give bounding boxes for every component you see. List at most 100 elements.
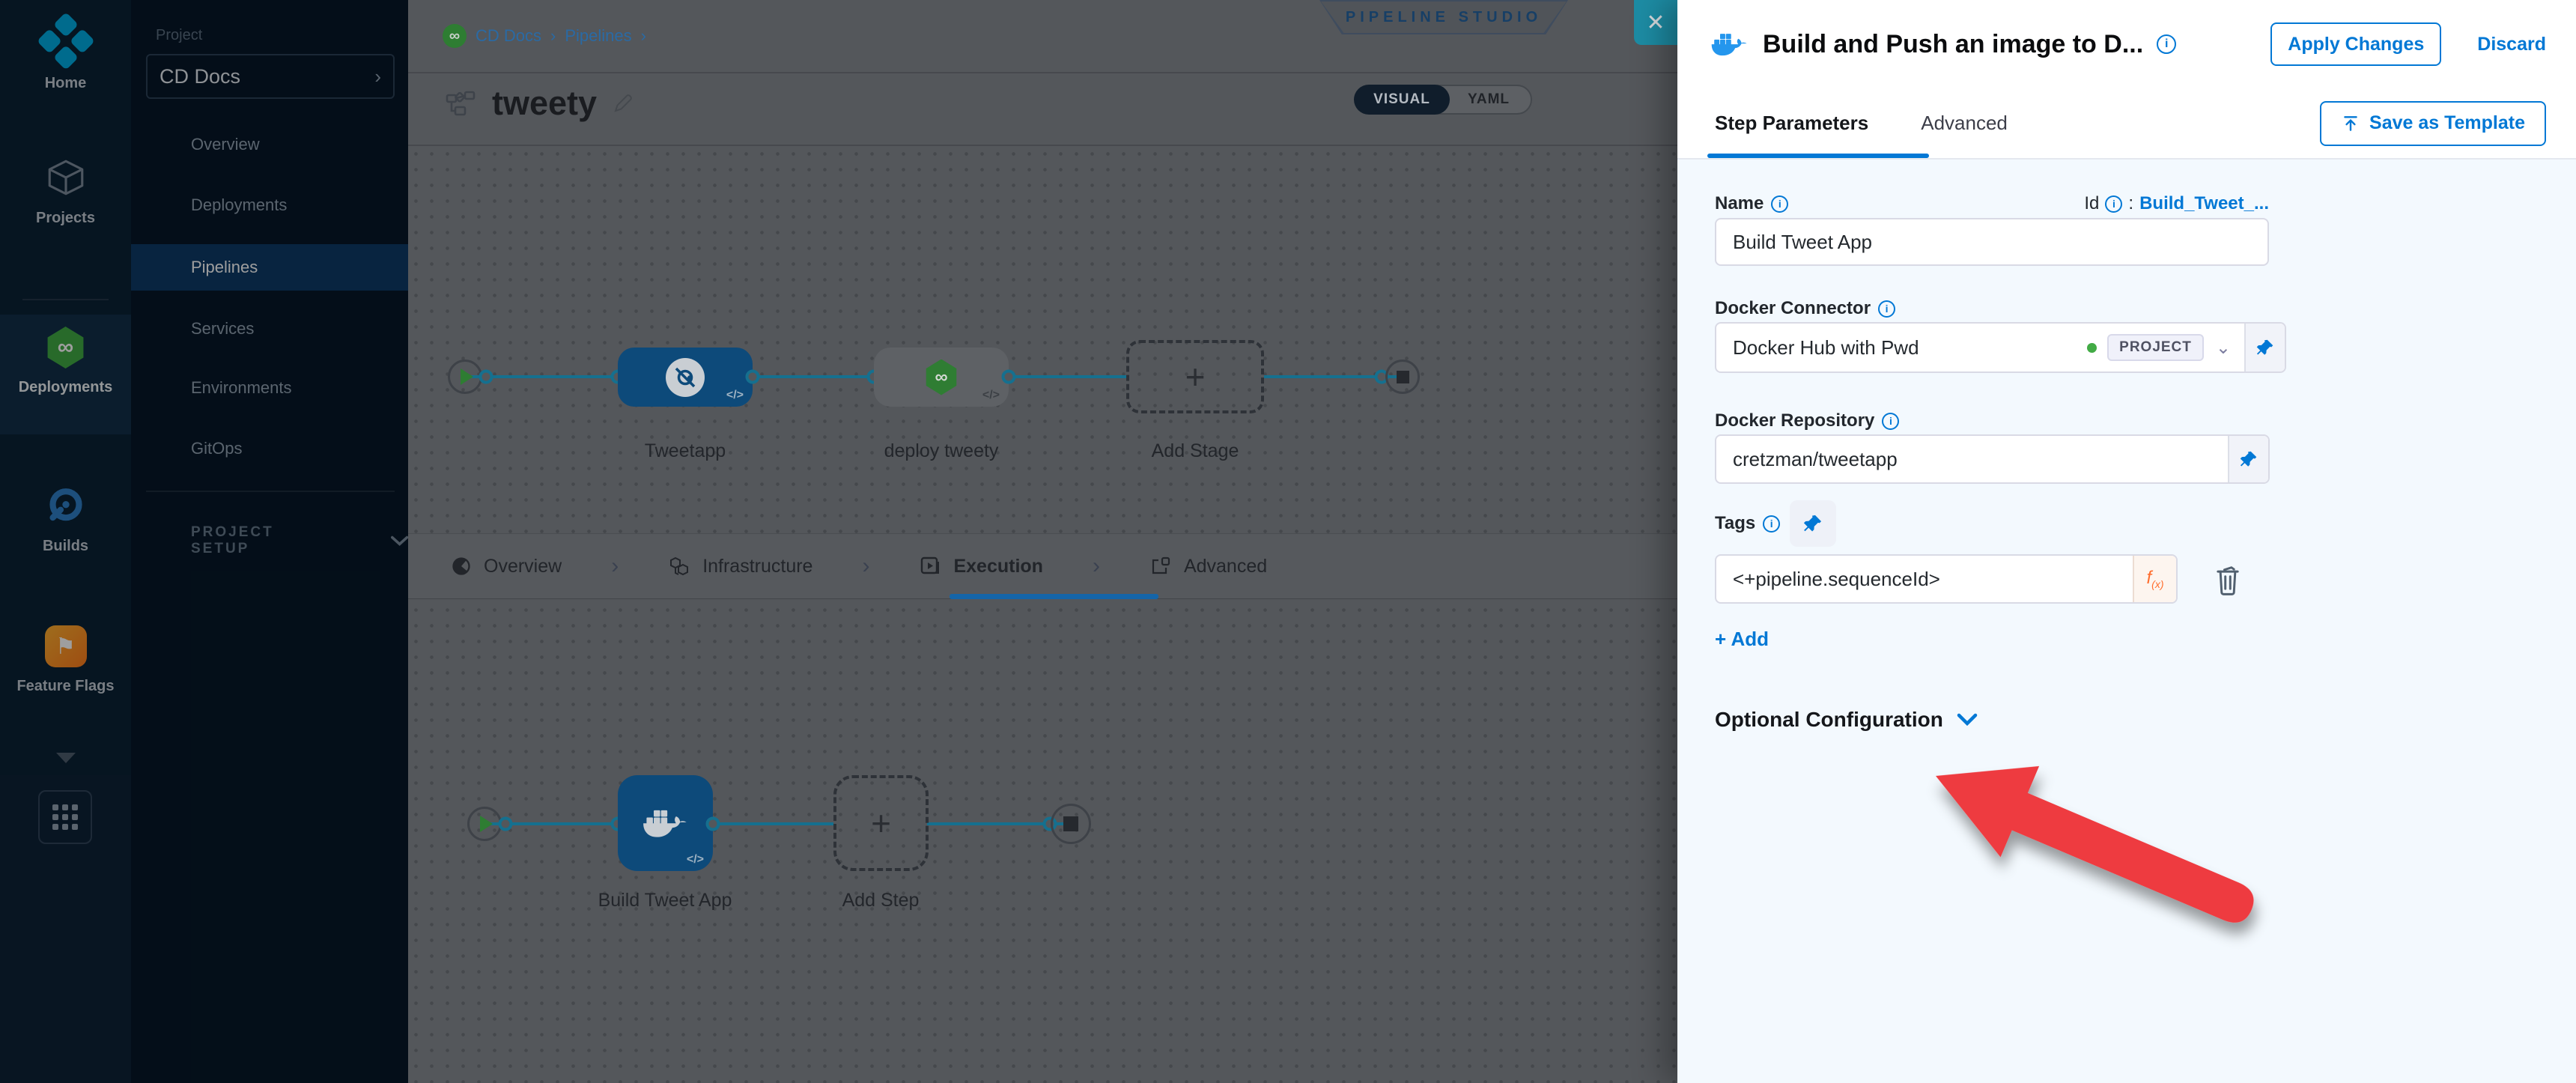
connector-dot	[1002, 370, 1016, 384]
plus-icon: +	[1185, 360, 1206, 394]
id-value-link[interactable]: Build_Tweet_...	[2139, 193, 2269, 214]
discard-button[interactable]: Discard	[2477, 34, 2546, 55]
tab-advanced[interactable]: Advanced	[1921, 112, 2008, 135]
play-icon	[480, 816, 493, 832]
chevron-down-icon[interactable]: ⌄	[2216, 337, 2231, 359]
ci-stage-icon	[666, 358, 705, 397]
docker-connector-field[interactable]: Docker Hub with Pwd PROJECT ⌄	[1715, 322, 2286, 373]
save-as-template-button[interactable]: Save as Template	[2320, 101, 2546, 146]
add-step-button[interactable]: +	[833, 775, 929, 871]
rail-item-label: Projects	[36, 210, 95, 226]
breadcrumb: ∞ CD Docs › Pipelines ›	[443, 24, 646, 48]
graph-edge	[713, 822, 833, 825]
info-icon[interactable]: i	[1771, 195, 1788, 213]
optional-configuration-label: Optional Configuration	[1715, 708, 1943, 732]
stage-tabbar: Overview › Infrastructure › Execution › …	[408, 533, 1677, 599]
pipeline-canvas: ∞ CD Docs › Pipelines › tweety	[408, 0, 1677, 1083]
tags-pin-button[interactable]	[1790, 500, 1836, 547]
delete-tag-button[interactable]	[2209, 559, 2247, 599]
info-icon[interactable]: i	[1882, 413, 1899, 430]
tab-step-parameters[interactable]: Step Parameters	[1715, 112, 1868, 135]
stage-end-node	[1385, 360, 1420, 394]
step-label: Build Tweet App	[598, 890, 732, 911]
toggle-visual[interactable]: VISUAL	[1354, 85, 1450, 115]
save-as-template-label: Save as Template	[2369, 112, 2525, 134]
rail-item-deployments[interactable]: ∞ Deployments	[0, 327, 131, 395]
rail-more-toggle[interactable]	[0, 753, 131, 763]
rail-item-label: Deployments	[19, 379, 113, 395]
add-stage-button[interactable]: +	[1126, 340, 1264, 413]
rail-item-projects[interactable]: Projects	[0, 156, 131, 226]
close-drawer-button[interactable]: ✕	[1634, 0, 1677, 45]
fx-expression-button[interactable]: f(x)	[2133, 556, 2176, 602]
pin-segment[interactable]	[2228, 436, 2268, 482]
step-end-node	[1051, 804, 1091, 844]
pipeline-studio-app: Home Projects ∞ Deployments Builds	[0, 0, 2576, 1083]
breadcrumb-project-link[interactable]: CD Docs	[476, 26, 541, 46]
name-input[interactable]	[1715, 218, 2269, 266]
edit-pencil-icon[interactable]	[612, 92, 634, 115]
project-setup-toggle[interactable]: PROJECT SETUP	[191, 524, 408, 557]
tab-overview[interactable]: Overview	[451, 556, 562, 577]
stage-node-deploy-tweety[interactable]: ∞ </>	[874, 348, 1009, 407]
pin-segment[interactable]	[2244, 324, 2285, 371]
tab-execution[interactable]: Execution	[919, 555, 1042, 577]
tab-infrastructure[interactable]: Infrastructure	[668, 555, 812, 577]
subnav-item-overview[interactable]: Overview	[131, 121, 408, 168]
pin-icon	[1802, 513, 1823, 534]
home-icon	[34, 12, 96, 73]
stage-node-tweetapp[interactable]: </>	[618, 348, 753, 407]
rail-item-feature-flags[interactable]: ⚑ Feature Flags	[0, 625, 131, 694]
subnav-item-label: Services	[191, 319, 254, 339]
step-id-row: Id i : Build_Tweet_...	[2084, 193, 2269, 214]
chevron-down-icon	[56, 753, 76, 763]
code-glyph: </>	[726, 389, 744, 402]
project-selector[interactable]: CD Docs ›	[146, 54, 395, 99]
subnav-item-deployments[interactable]: Deployments	[131, 182, 408, 228]
subnav-item-services[interactable]: Services	[131, 306, 408, 352]
connector-dot	[479, 370, 493, 384]
execution-icon	[919, 555, 941, 577]
subnav-item-pipelines[interactable]: Pipelines	[131, 244, 408, 291]
divider	[408, 145, 1677, 146]
docker-repository-field[interactable]: cretzman/tweetapp	[1715, 434, 2270, 484]
info-icon[interactable]: i	[2157, 34, 2176, 54]
rail-item-label: Builds	[43, 538, 88, 554]
rail-item-home[interactable]: Home	[0, 21, 131, 91]
step-start-node	[467, 807, 502, 841]
cd-stage-icon: ∞	[925, 360, 958, 395]
optional-configuration-toggle[interactable]: Optional Configuration	[1715, 708, 1978, 732]
info-icon[interactable]: i	[1763, 515, 1780, 533]
chevron-right-icon: ›	[550, 26, 556, 46]
visual-yaml-toggle: VISUAL YAML	[1354, 85, 1532, 115]
tab-label: Infrastructure	[702, 556, 812, 577]
step-parameters-form: Name i Id i : Build_Tweet_... Docker Con…	[1677, 160, 2576, 1083]
add-tag-link[interactable]: + Add	[1715, 628, 1769, 651]
subnav-item-label: GitOps	[191, 439, 242, 458]
info-icon[interactable]: i	[2105, 195, 2122, 213]
id-separator: :	[2128, 193, 2133, 214]
breadcrumb-pipelines-link[interactable]: Pipelines	[565, 26, 631, 46]
step-config-drawer: Build and Push an image to D... i Apply …	[1677, 0, 2576, 1083]
apply-changes-button[interactable]: Apply Changes	[2270, 22, 2441, 66]
tab-label: Advanced	[1184, 556, 1267, 577]
connector-scope-badge: PROJECT	[2107, 334, 2204, 361]
plus-icon: +	[871, 806, 891, 840]
tag-value-field[interactable]: <+pipeline.sequenceId> f(x)	[1715, 554, 2178, 604]
module-grid-button[interactable]	[38, 790, 92, 844]
rail-item-builds[interactable]: Builds	[0, 485, 131, 554]
pipeline-name: tweety	[492, 84, 597, 123]
code-glyph: </>	[982, 389, 1000, 402]
name-label-row: Name i	[1715, 193, 1788, 214]
info-icon[interactable]: i	[1878, 300, 1895, 318]
docker-whale-icon	[642, 804, 690, 842]
tab-label: Overview	[484, 556, 562, 577]
subnav-item-environments[interactable]: Environments	[131, 365, 408, 411]
code-glyph: </>	[687, 853, 704, 867]
subnav-item-gitops[interactable]: GitOps	[131, 425, 408, 472]
step-node-build-tweet-app[interactable]: </>	[618, 775, 713, 871]
pin-icon	[2255, 338, 2275, 357]
ci-builds-icon	[45, 485, 87, 527]
chevron-right-icon: ›	[374, 65, 381, 88]
tab-advanced[interactable]: Advanced	[1149, 555, 1267, 577]
